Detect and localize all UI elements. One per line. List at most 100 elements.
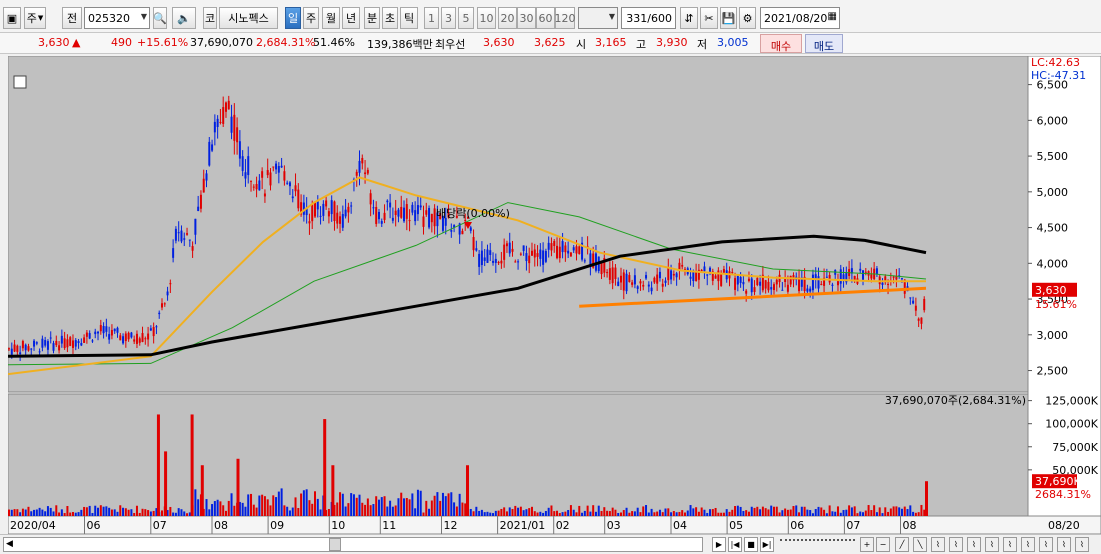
count-input[interactable]: 331/600 — [621, 7, 676, 29]
interval-5[interactable]: 5 — [458, 7, 474, 29]
tool-icon-1[interactable]: ╱ — [895, 537, 909, 552]
candle-body — [639, 281, 642, 284]
tool-icon-7[interactable]: ⌇ — [1003, 537, 1017, 552]
volume-spike-bar — [331, 465, 335, 516]
volume-bar — [814, 509, 817, 516]
tool-icon-8[interactable]: ⌇ — [1021, 537, 1035, 552]
volume-bar — [119, 505, 122, 516]
layout-icon[interactable]: ▣ — [3, 7, 21, 29]
volume-bar — [717, 512, 720, 516]
volume-bar — [806, 509, 809, 516]
volume-bar — [672, 511, 675, 516]
volume-bar — [781, 510, 784, 516]
prefix-button[interactable]: 전 — [62, 7, 82, 29]
tool-icon-2[interactable]: ╲ — [913, 537, 927, 552]
tool-icon-11[interactable]: ⌇ — [1075, 537, 1089, 552]
calendar-icon[interactable]: ▦ — [828, 11, 837, 22]
sell-button[interactable]: 매도 — [805, 34, 843, 53]
interval-1[interactable]: 1 — [424, 7, 439, 29]
tool-icon-6[interactable]: ⌇ — [985, 537, 999, 552]
last-page-icon[interactable]: ▶| — [760, 537, 774, 552]
candle-body — [617, 281, 620, 287]
volume-bar — [645, 505, 648, 516]
volume-bar — [60, 509, 63, 516]
market-button[interactable]: 코 — [203, 7, 217, 29]
save-icon[interactable]: 💾 — [720, 7, 737, 29]
speaker-icon[interactable]: 🔈 — [172, 7, 196, 29]
zoom-slider[interactable] — [780, 539, 855, 549]
volume-bar — [489, 512, 492, 516]
gear-icon[interactable]: ⚙ — [739, 7, 756, 29]
tool-icon-5[interactable]: ⌇ — [967, 537, 981, 552]
tab-period-week[interactable]: 주 — [303, 7, 319, 29]
buy-button[interactable]: 매수 — [760, 34, 802, 53]
stock-chart[interactable]: 6,5006,0005,5005,0004,5004,0003,5003,000… — [7, 55, 1101, 535]
volume-bar — [311, 503, 314, 516]
interval-120[interactable]: 120 — [555, 7, 576, 29]
volume-bar — [494, 510, 497, 516]
tab-tick[interactable]: 틱 — [400, 7, 418, 29]
tab-period-day[interactable]: 일 — [285, 7, 301, 29]
tool-icon[interactable]: ✂ — [700, 7, 718, 29]
date-input[interactable]: 2021/08/20 ▦ — [760, 7, 840, 29]
volume-bar — [558, 513, 561, 516]
scroll-right-icon[interactable]: ▶ — [712, 537, 726, 552]
volume-bar — [116, 511, 119, 516]
change-percent: +15.61% — [137, 36, 189, 49]
volume-bar — [99, 505, 102, 516]
interval-30[interactable]: 30 — [517, 7, 536, 29]
candle-body — [158, 312, 161, 315]
tool-icon-4[interactable]: ⌇ — [949, 537, 963, 552]
stock-name-field[interactable]: 시노펙스 — [219, 7, 278, 29]
volume-bar — [69, 512, 72, 516]
volume-bar — [842, 510, 845, 516]
first-page-icon[interactable]: |◀ — [728, 537, 742, 552]
volume-spike-bar — [200, 465, 204, 516]
candle-body — [578, 246, 581, 255]
interval-20[interactable]: 20 — [498, 7, 517, 29]
scroll-thumb[interactable] — [329, 538, 341, 551]
volume-bar — [291, 507, 294, 516]
candle-body — [419, 205, 422, 208]
volume-spike-bar — [164, 451, 168, 516]
period-type-dropdown[interactable]: 주 ▼ — [24, 7, 46, 29]
tool-icon-9[interactable]: ⌇ — [1039, 537, 1053, 552]
candle-body — [10, 348, 13, 355]
candle-body — [33, 340, 36, 347]
candle-body — [213, 121, 216, 133]
search-icon[interactable]: 🔍 — [153, 7, 167, 29]
tab-period-year[interactable]: 년 — [342, 7, 360, 29]
interval-dropdown[interactable]: ▼ — [578, 7, 618, 29]
tab-minute[interactable]: 분 — [364, 7, 380, 29]
grid-toggle-icon[interactable] — [13, 75, 27, 89]
candle-body — [316, 201, 319, 210]
volume-bar — [689, 505, 692, 516]
date-tick-label: 03 — [607, 519, 621, 532]
tool-icon-3[interactable]: ⌇ — [931, 537, 945, 552]
zoom-in-icon[interactable]: + — [860, 537, 874, 552]
volume-tick-label: 100,000K — [1045, 418, 1098, 431]
candle-body — [689, 276, 692, 279]
compare-icon[interactable]: ⇵ — [680, 7, 698, 29]
tool-icon-10[interactable]: ⌇ — [1057, 537, 1071, 552]
horizontal-scrollbar[interactable]: ◀ — [3, 537, 703, 552]
volume-spike-bar — [236, 458, 240, 516]
tab-period-month[interactable]: 월 — [322, 7, 340, 29]
stock-code-input[interactable]: 025320 ▼ — [84, 7, 150, 29]
chart-area[interactable]: 6,500 6,000 5,500 5,000 4,500 4,000 3,500 3,000… — [7, 55, 1101, 535]
interval-3[interactable]: 3 — [441, 7, 456, 29]
scroll-left-icon[interactable]: ◀ — [6, 539, 13, 549]
candle-body — [110, 330, 113, 336]
period-month-label: 월 — [325, 12, 337, 25]
volume-bar — [383, 496, 386, 516]
candle-body — [397, 209, 400, 217]
stop-icon[interactable]: ■ — [744, 537, 758, 552]
interval-10[interactable]: 10 — [477, 7, 496, 29]
volume-bar — [550, 505, 553, 516]
volume-bar — [633, 511, 636, 516]
zoom-out-icon[interactable]: − — [876, 537, 890, 552]
interval-60[interactable]: 60 — [536, 7, 555, 29]
candle-body — [625, 273, 628, 292]
candle-body — [542, 250, 545, 265]
tab-second[interactable]: 초 — [382, 7, 398, 29]
